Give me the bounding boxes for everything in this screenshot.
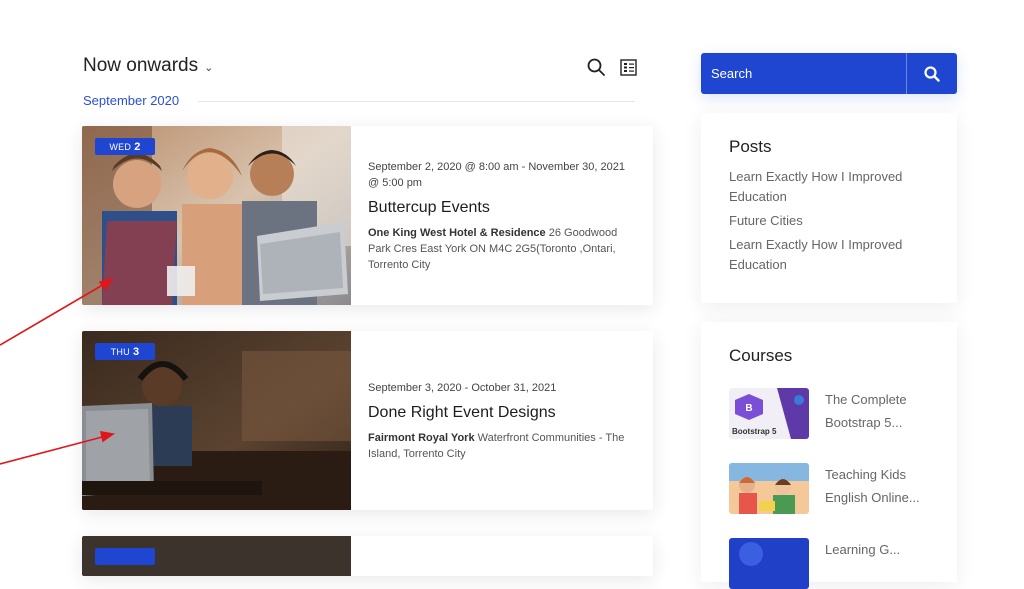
course-title[interactable]: The Complete Bootstrap 5... [825,388,925,439]
venue-name[interactable]: One King West Hotel & Residence [368,227,546,239]
courses-widget-title: Courses [729,346,793,365]
month-separator-line [198,101,635,102]
event-title[interactable]: Buttercup Events [368,199,636,217]
posts-widget-title: Posts [729,137,772,156]
venue-name[interactable]: Fairmont Royal York [368,432,475,444]
event-date-badge: WED 2 [95,138,155,155]
date-filter-label: Now onwards [83,55,199,76]
event-image[interactable] [82,536,351,576]
event-image[interactable]: WED 2 [82,126,351,305]
course-item[interactable]: Learning G... [729,538,925,589]
search-input[interactable] [701,53,906,94]
course-item[interactable]: B Bootstrap 5 The Complete Bootstrap 5..… [729,388,925,439]
event-venue: Fairmont Royal York Waterfront Communiti… [368,430,636,462]
event-card[interactable]: THU 3 September 3, 2020 - October 31, 20… [82,331,653,510]
list-view-icon[interactable] [618,57,638,77]
event-date-range: September 3, 2020 - October 31, 2021 [368,381,557,394]
date-filter-dropdown[interactable]: Now onwards ⌄ [83,55,213,77]
courses-widget: Courses B Bootstrap 5 The Complete Boots… [701,322,957,589]
course-thumbnail[interactable] [729,538,809,589]
course-item[interactable]: Teaching Kids English Online... [729,463,925,514]
view-controls [586,57,638,77]
event-date-badge [95,548,155,565]
course-title[interactable]: Learning G... [825,538,925,589]
post-link[interactable]: Future Cities [729,211,929,231]
event-date-range: September 2, 2020 @ 8:00 am - November 3… [368,160,625,189]
search-icon [924,65,940,82]
posts-widget: Posts Learn Exactly How I Improved Educa… [701,113,957,303]
event-details: September 2, 2020 @ 8:00 am - November 3… [351,126,653,305]
search-icon[interactable] [586,57,606,77]
badge-day-number: 3 [132,345,140,358]
event-title[interactable]: Done Right Event Designs [368,404,636,422]
event-image[interactable]: THU 3 [82,331,351,510]
event-venue: One King West Hotel & Residence 26 Goodw… [368,225,636,273]
badge-day: WED [109,141,132,152]
posts-list: Learn Exactly How I Improved Education F… [729,167,929,275]
course-thumbnail[interactable]: B Bootstrap 5 [729,388,809,439]
svg-text:B: B [745,403,752,414]
badge-day-number: 2 [134,140,141,153]
chevron-down-icon: ⌄ [204,62,214,74]
course-title[interactable]: Teaching Kids English Online... [825,463,925,514]
month-separator-label: September 2020 [83,93,180,108]
badge-day: THU [110,346,130,357]
svg-text:Bootstrap 5: Bootstrap 5 [732,427,777,436]
post-link[interactable]: Learn Exactly How I Improved Education [729,167,929,207]
course-thumbnail[interactable] [729,463,809,514]
event-card[interactable] [82,536,653,576]
post-link[interactable]: Learn Exactly How I Improved Education [729,235,929,275]
sidebar-search [701,53,957,94]
event-card[interactable]: WED 2 September 2, 2020 @ 8:00 am - Nove… [82,126,653,305]
event-date-badge: THU 3 [95,343,155,360]
search-submit-button[interactable] [906,53,957,94]
event-details: September 3, 2020 - October 31, 2021 Don… [351,331,653,510]
